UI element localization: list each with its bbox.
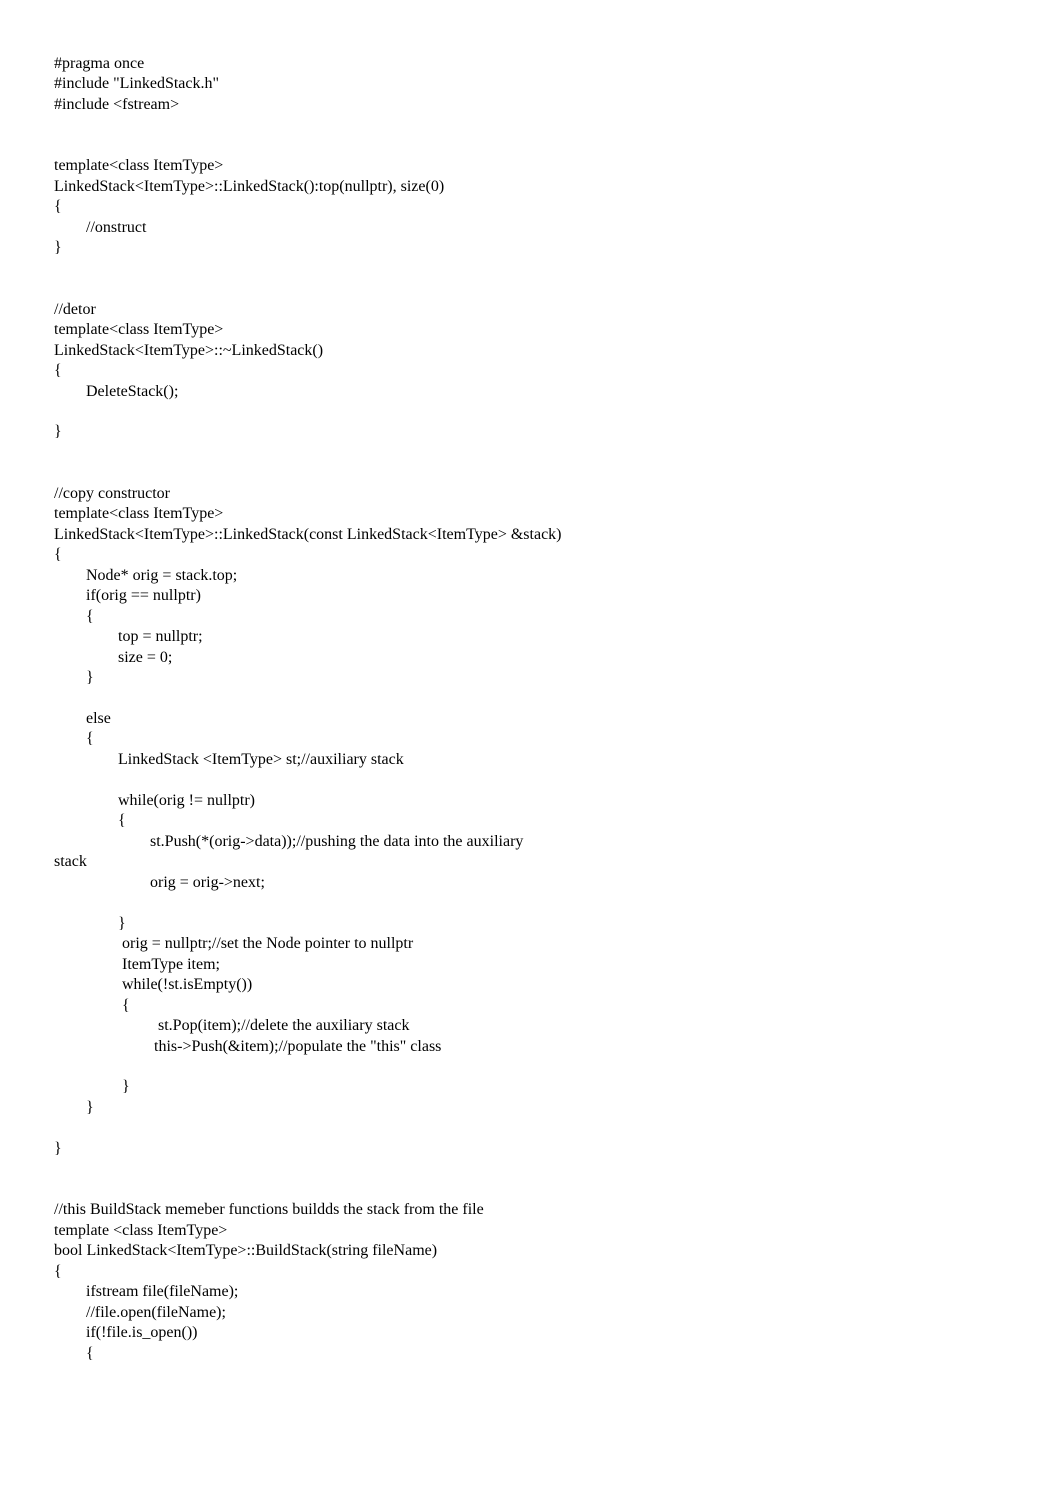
code-block: #pragma once #include "LinkedStack.h" #i… [54,54,1008,1364]
